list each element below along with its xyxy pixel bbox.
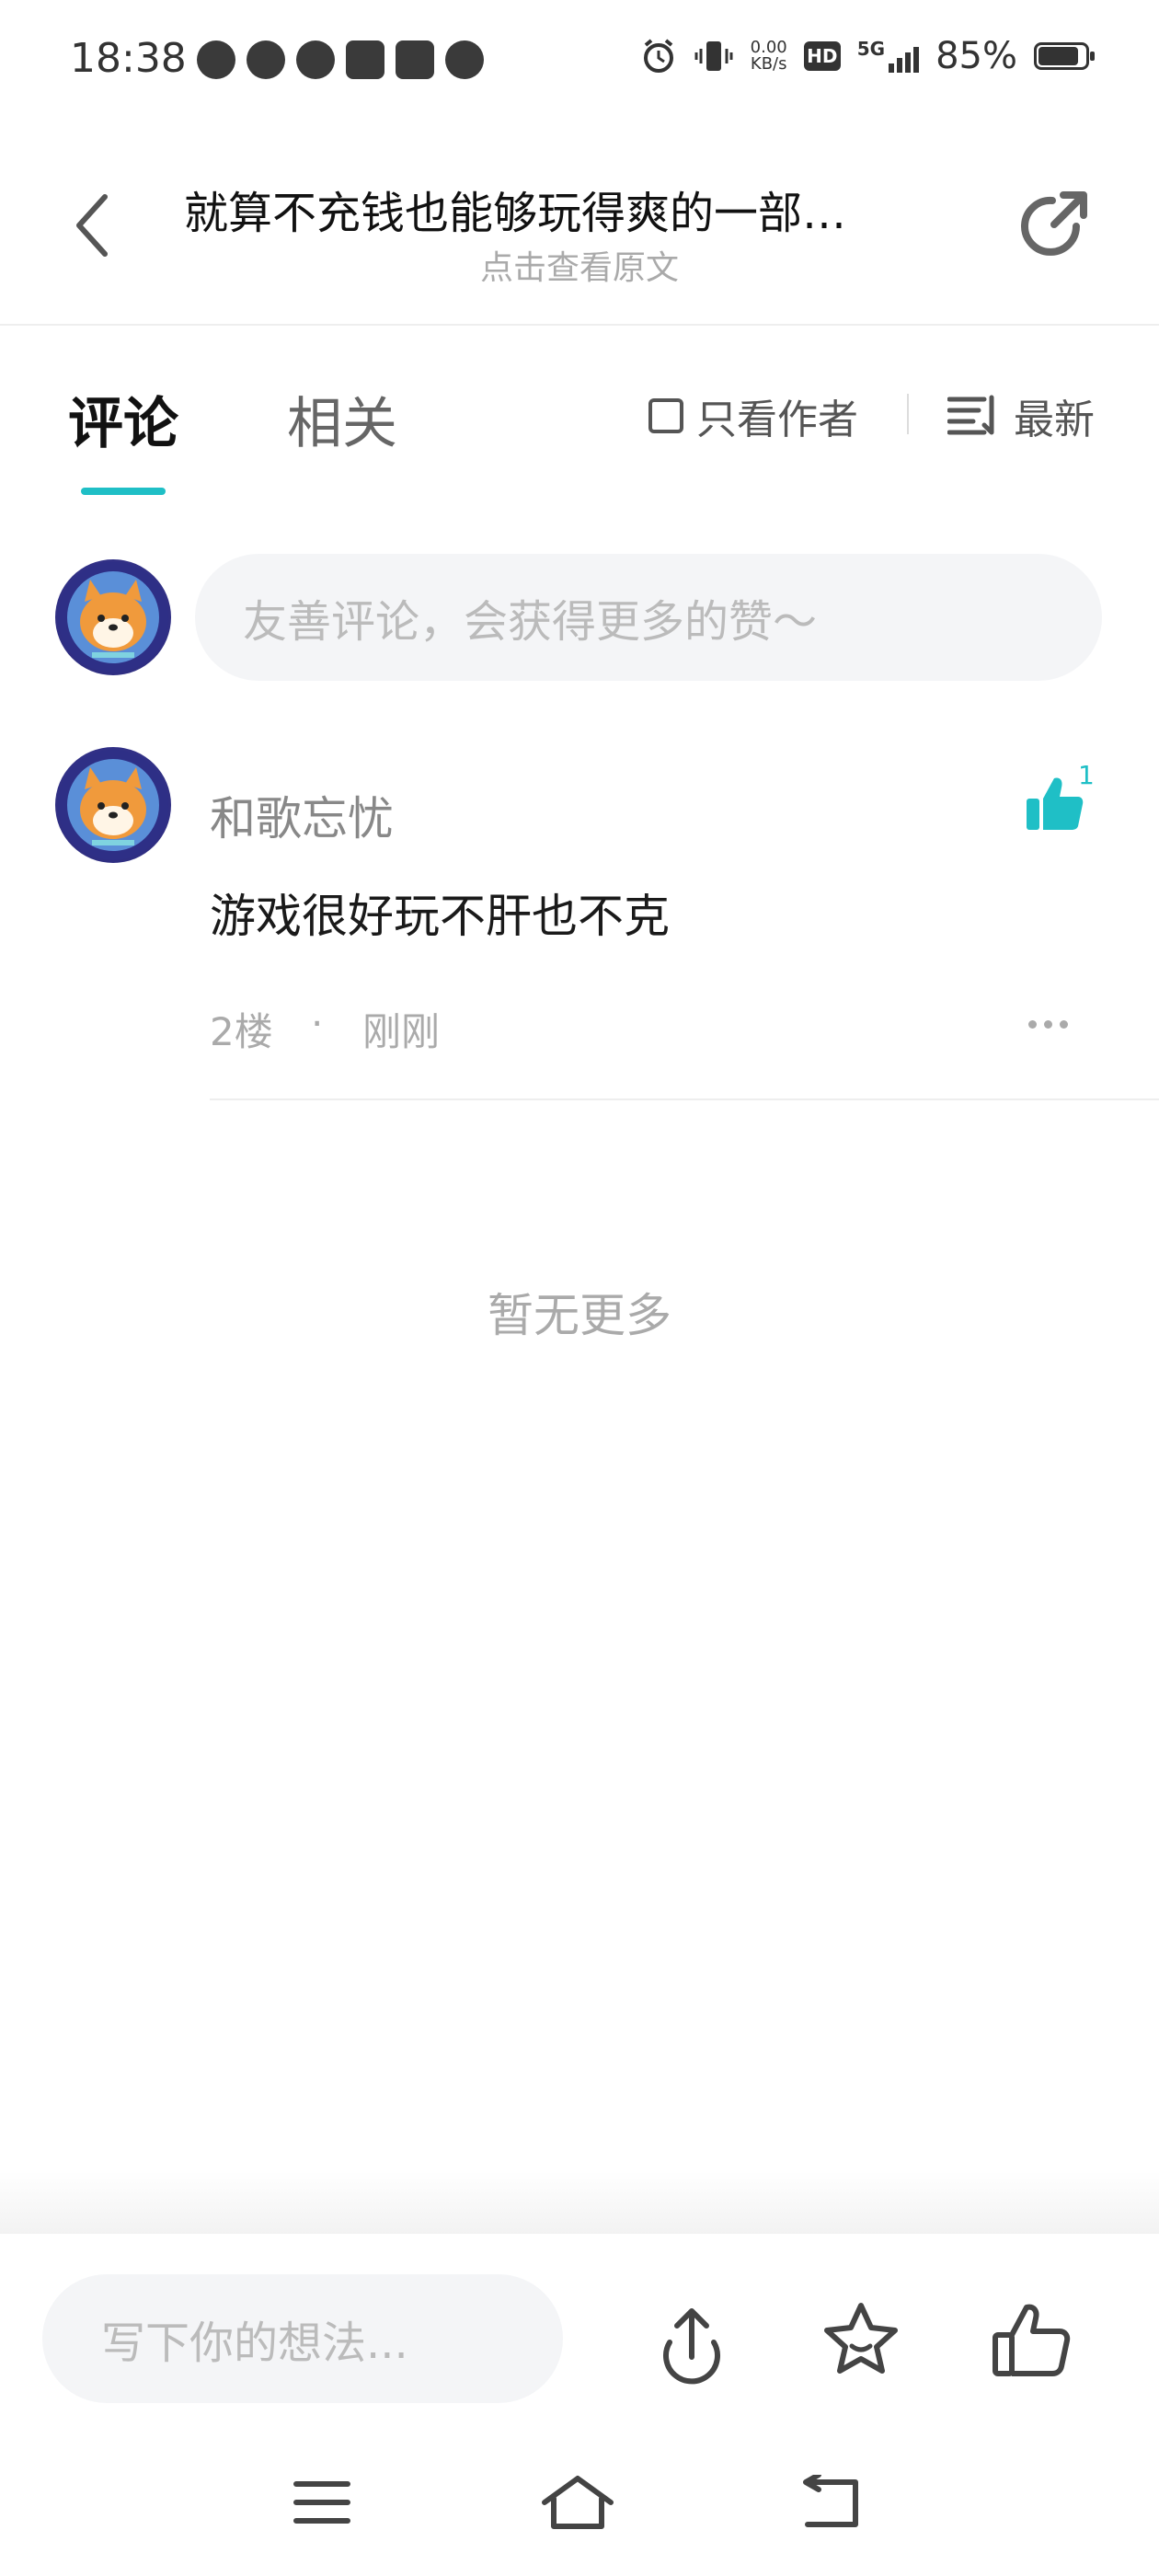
write-comment-input[interactable]: 写下你的想法... bbox=[42, 2274, 563, 2403]
author-only-label: 只看作者 bbox=[696, 397, 858, 443]
avatar[interactable] bbox=[55, 559, 171, 675]
comment-input[interactable]: 友善评论，会获得更多的赞～ bbox=[195, 554, 1102, 681]
app-icon bbox=[247, 40, 285, 79]
header-divider bbox=[0, 324, 1159, 326]
checkbox-icon bbox=[648, 398, 683, 433]
list-end-label: 暂无更多 bbox=[488, 1289, 671, 1342]
app-icon-2 bbox=[445, 40, 484, 79]
battery-icon bbox=[1034, 42, 1095, 70]
sort-icon bbox=[947, 395, 994, 435]
more-dot bbox=[1028, 1019, 1037, 1029]
system-menu-button[interactable] bbox=[293, 2477, 351, 2532]
system-home-button[interactable] bbox=[539, 2473, 616, 2536]
comment-divider bbox=[210, 1098, 1159, 1100]
comment-text: 游戏很好玩不肝也不克 bbox=[210, 890, 670, 943]
page-title: 就算不充钱也能够玩得爽的一部… bbox=[184, 188, 847, 239]
more-dot bbox=[1060, 1019, 1068, 1029]
favorite-button[interactable] bbox=[815, 2294, 907, 2386]
shiba-avatar-icon bbox=[58, 562, 168, 673]
bottom-shadow bbox=[0, 2171, 1159, 2236]
comment-floor: 2楼 bbox=[210, 1009, 273, 1054]
star-icon bbox=[824, 2303, 898, 2374]
message-icon bbox=[197, 40, 235, 79]
status-time: 18:38 bbox=[70, 35, 187, 82]
upload-icon bbox=[663, 2308, 720, 2385]
commenter-avatar[interactable] bbox=[55, 747, 171, 863]
system-back-button[interactable] bbox=[798, 2472, 865, 2534]
net-speed: 0.00 KB/s bbox=[751, 40, 787, 73]
comment-more-button[interactable] bbox=[1028, 1010, 1080, 1038]
comment-input-placeholder: 友善评论，会获得更多的赞～ bbox=[243, 596, 818, 648]
sort-label: 最新 bbox=[1014, 397, 1095, 443]
comment-like-count: 1 bbox=[1078, 760, 1095, 790]
battery-percent: 85% bbox=[935, 35, 1017, 77]
comment-time: 刚刚 bbox=[362, 1009, 441, 1054]
thumbs-up-icon bbox=[993, 2304, 1071, 2376]
game-icon bbox=[296, 40, 335, 79]
share-icon bbox=[1021, 191, 1087, 256]
tab-related[interactable]: 相关 bbox=[287, 379, 397, 459]
like-post-button[interactable] bbox=[986, 2294, 1078, 2386]
share-upload-button[interactable] bbox=[646, 2294, 738, 2386]
comment-meta-separator: · bbox=[311, 1001, 324, 1046]
hd-badge: HD bbox=[803, 41, 841, 71]
crown-icon bbox=[346, 40, 384, 79]
tab-comments[interactable]: 评论 bbox=[68, 379, 178, 459]
home-icon bbox=[542, 2476, 614, 2529]
write-comment-placeholder: 写下你的想法... bbox=[101, 2317, 408, 2369]
more-dot bbox=[1044, 1019, 1052, 1029]
comment-username[interactable]: 和歌忘忧 bbox=[210, 782, 394, 848]
view-original-link[interactable]: 点击查看原文 bbox=[0, 241, 1159, 289]
status-right-group: 0.00 KB/s HD 5G 85% bbox=[640, 35, 1095, 77]
status-notification-icons bbox=[197, 40, 484, 79]
k-app-icon bbox=[396, 40, 434, 79]
shiba-avatar-icon bbox=[58, 750, 168, 860]
active-tab-indicator bbox=[81, 488, 166, 495]
menu-icon bbox=[293, 2481, 350, 2524]
net-speed-unit: KB/s bbox=[750, 54, 787, 74]
author-only-toggle[interactable]: 只看作者 bbox=[648, 386, 858, 445]
alarm-icon bbox=[643, 39, 673, 73]
network-label: 5G bbox=[856, 38, 886, 60]
share-button[interactable] bbox=[1012, 184, 1095, 267]
signal-icon: 5G bbox=[856, 38, 920, 73]
vibrate-icon bbox=[694, 41, 733, 71]
sort-button[interactable]: 最新 bbox=[947, 386, 1095, 445]
filter-divider bbox=[907, 394, 909, 434]
back-icon bbox=[803, 2472, 858, 2527]
